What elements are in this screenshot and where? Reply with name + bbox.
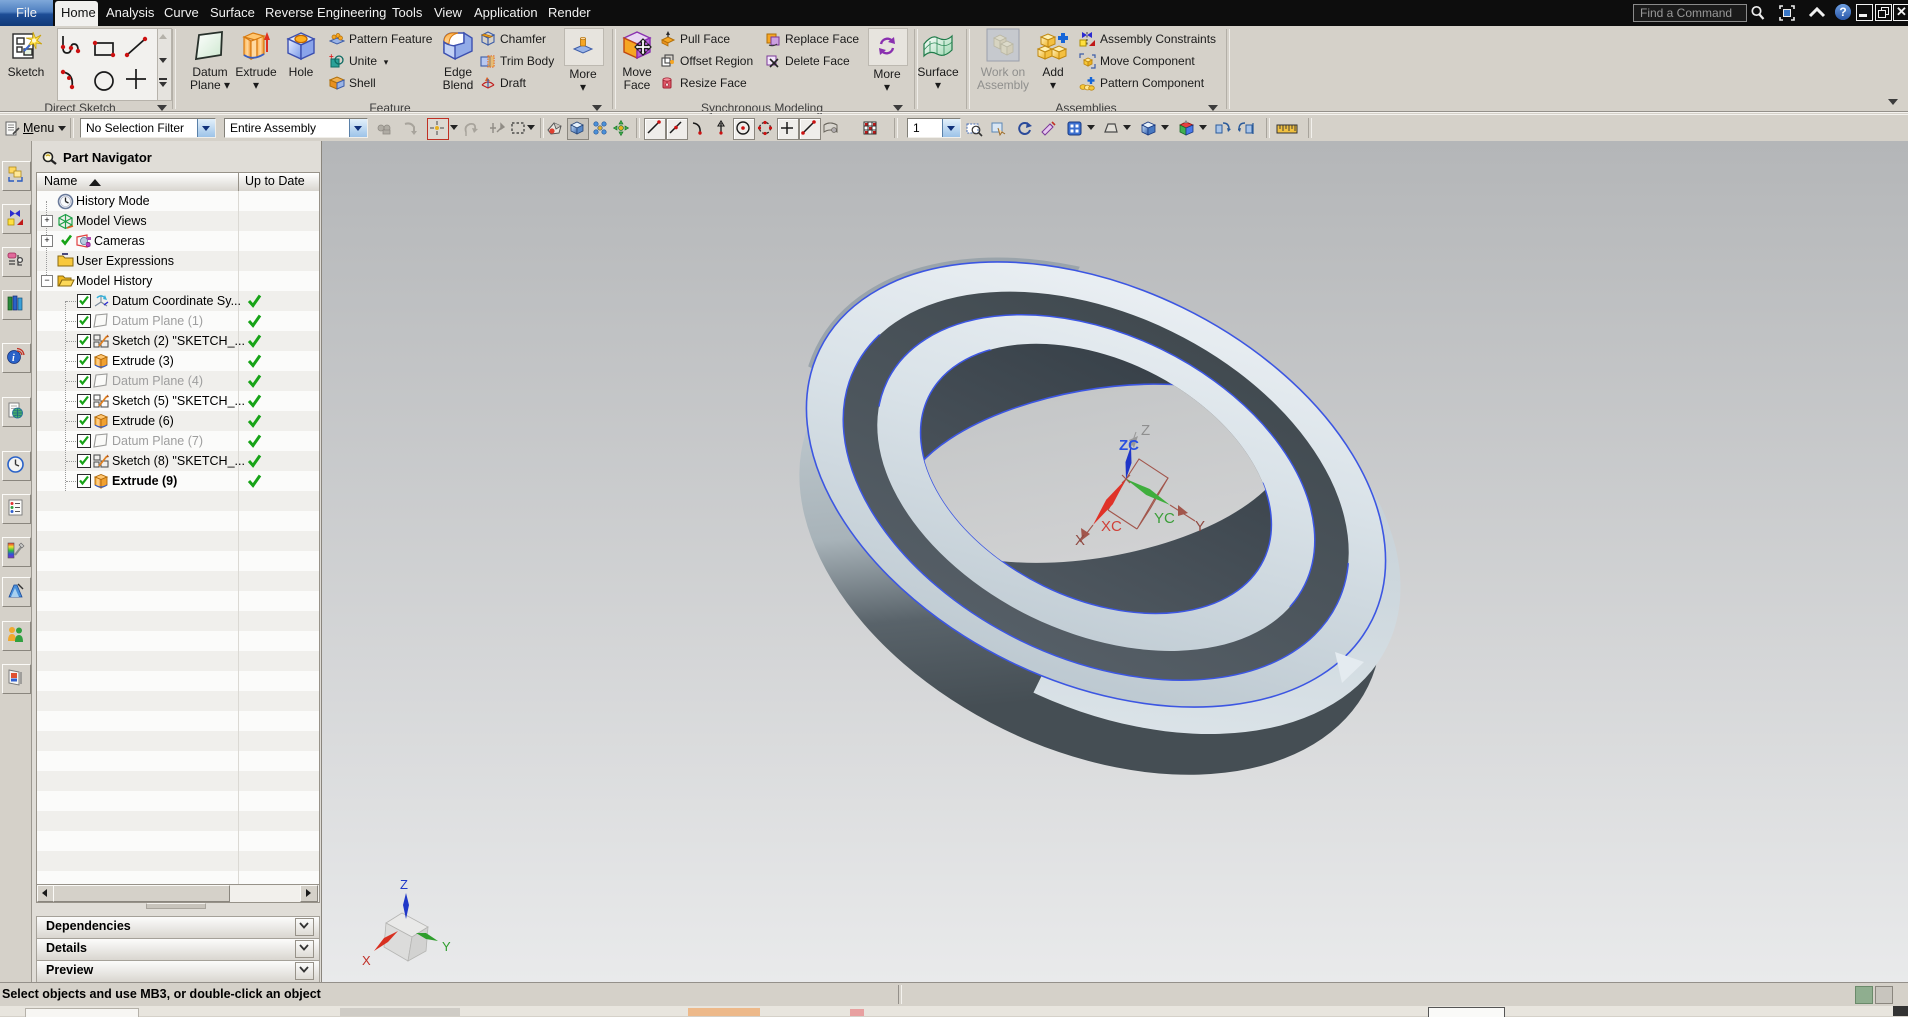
- svg-text:XC: XC: [1101, 518, 1122, 535]
- svg-text:Y: Y: [442, 939, 451, 954]
- svg-text:Z: Z: [1141, 422, 1150, 439]
- svg-text:Y: Y: [1195, 518, 1205, 535]
- svg-text:X: X: [1075, 532, 1085, 549]
- svg-text:X: X: [362, 953, 371, 968]
- svg-text:YC: YC: [1154, 510, 1175, 527]
- svg-text:Z: Z: [400, 877, 408, 892]
- svg-text:i: i: [12, 353, 15, 364]
- svg-text:ZC: ZC: [1119, 437, 1139, 454]
